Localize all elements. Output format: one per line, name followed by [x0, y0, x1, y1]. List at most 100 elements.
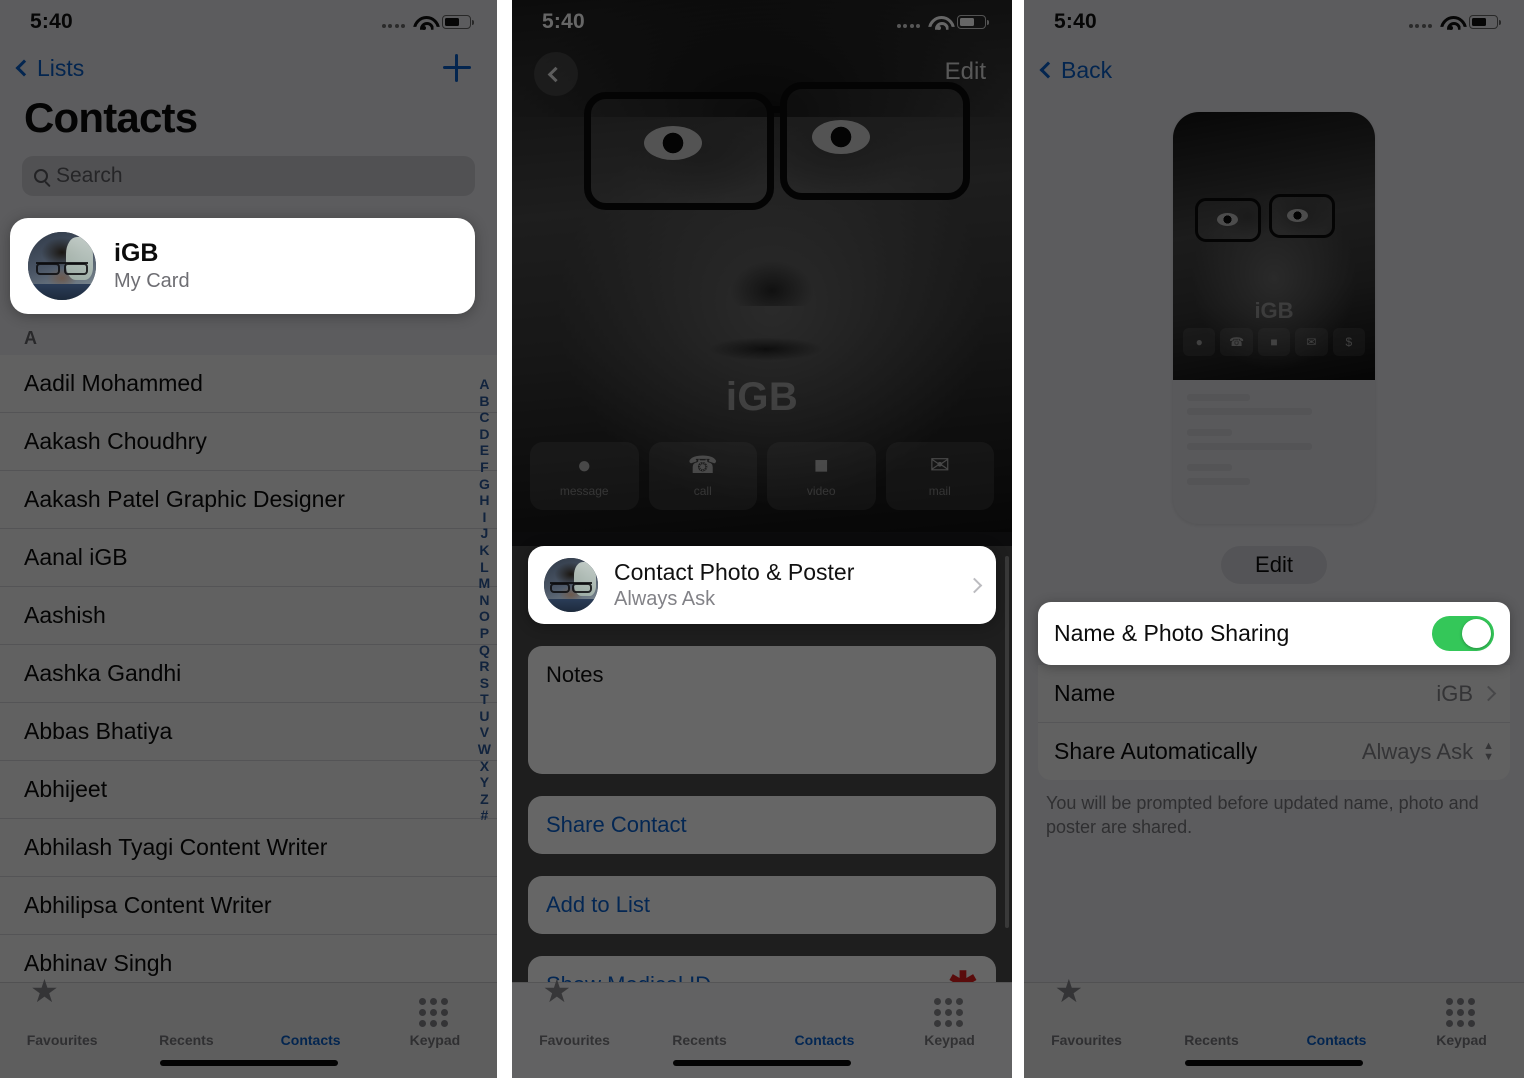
- poster-preview-card[interactable]: iGB ● ☎ ■ ✉ $: [1173, 112, 1375, 524]
- alpha-index-letter[interactable]: V: [480, 724, 489, 741]
- back-to-lists-button[interactable]: Lists: [15, 55, 84, 82]
- alpha-index-letter[interactable]: Q: [479, 642, 490, 659]
- signal-dots-icon: [1408, 17, 1432, 28]
- search-input[interactable]: Search: [22, 156, 475, 196]
- poster-name: iGB: [725, 375, 799, 419]
- action-video-button[interactable]: ■ video: [767, 442, 876, 510]
- nav-bar: Lists: [0, 44, 497, 88]
- cpp-subtitle: Always Ask: [614, 588, 716, 611]
- tab-contacts[interactable]: Contacts: [1274, 995, 1399, 1048]
- alpha-index-letter[interactable]: D: [479, 426, 489, 443]
- status-bar: 5:40: [512, 0, 1012, 44]
- my-card-row[interactable]: iGB My Card: [10, 218, 475, 314]
- contact-row[interactable]: Abbas Bhatiya: [0, 703, 497, 761]
- setting-row[interactable]: Share Automatically Always Ask ▲ ▼: [1038, 723, 1510, 780]
- action-message-button[interactable]: ● message: [530, 442, 639, 510]
- alpha-index-letter[interactable]: G: [479, 476, 490, 493]
- contact-row[interactable]: Aakash Choudhry: [0, 413, 497, 471]
- back-button[interactable]: [534, 52, 578, 96]
- alpha-index-letter[interactable]: C: [479, 409, 489, 426]
- tab-contacts[interactable]: Contacts: [762, 995, 887, 1048]
- action-mail-button[interactable]: ✉ mail: [885, 442, 994, 510]
- star-icon: [559, 995, 591, 1027]
- cash-icon: $: [1332, 328, 1366, 356]
- name-photo-sharing-row[interactable]: Name & Photo Sharing: [1038, 602, 1510, 665]
- alpha-index-letter[interactable]: X: [480, 758, 489, 775]
- alpha-index-letter[interactable]: R: [479, 658, 489, 675]
- mail-icon: ✉: [929, 452, 950, 479]
- alpha-index-letter[interactable]: K: [479, 542, 489, 559]
- alphabet-index[interactable]: A B C D E F G H I J K L M N O P Q R S T U V W X Y Z #: [478, 376, 491, 824]
- alpha-index-letter[interactable]: U: [479, 708, 489, 725]
- chevron-left-icon: [1039, 61, 1057, 79]
- status-icons: [896, 15, 990, 30]
- name-photo-sharing-toggle[interactable]: [1432, 616, 1494, 651]
- alpha-index-letter[interactable]: P: [480, 625, 489, 642]
- contact-row[interactable]: Aashish: [0, 587, 497, 645]
- tab-keypad[interactable]: Keypad: [887, 995, 1012, 1048]
- action-label: mail: [928, 484, 951, 498]
- contact-row[interactable]: Abhijeet: [0, 761, 497, 819]
- chevron-right-icon: [966, 577, 983, 593]
- contact-row[interactable]: Aanal iGB: [0, 529, 497, 587]
- keypad-icon: [418, 995, 451, 1027]
- alpha-index-letter[interactable]: Z: [480, 791, 489, 808]
- alpha-index-letter[interactable]: H: [479, 492, 489, 509]
- contact-row[interactable]: Aashka Gandhi: [0, 645, 497, 703]
- tab-keypad[interactable]: Keypad: [1399, 995, 1524, 1048]
- panel-contacts-list: 5:40 Lists Contacts Search iGB My Card A…: [0, 0, 497, 1078]
- contact-row[interactable]: Abhilash Tyagi Content Writer: [0, 819, 497, 877]
- alpha-index-letter[interactable]: J: [480, 525, 488, 542]
- tab-recents[interactable]: Recents: [637, 995, 762, 1048]
- alpha-index-letter[interactable]: N: [479, 592, 489, 609]
- clock-icon: [170, 995, 202, 1027]
- tab-label: Favourites: [1051, 1032, 1122, 1048]
- alpha-index-letter[interactable]: W: [478, 741, 491, 758]
- alpha-index-letter[interactable]: A: [479, 376, 489, 393]
- back-button[interactable]: Back: [1039, 57, 1112, 84]
- action-call-button[interactable]: ☎ call: [648, 442, 757, 510]
- tab-contacts[interactable]: Contacts: [249, 995, 373, 1048]
- setting-row[interactable]: Name iGB: [1038, 665, 1510, 723]
- alpha-index-letter[interactable]: B: [479, 393, 489, 410]
- alpha-index-letter[interactable]: I: [482, 509, 486, 526]
- tab-label: Favourites: [539, 1032, 610, 1048]
- video-icon: ■: [814, 452, 829, 479]
- tab-favourites[interactable]: Favourites: [0, 995, 124, 1048]
- tab-keypad[interactable]: Keypad: [373, 995, 497, 1048]
- contact-row[interactable]: Aadil Mohammed: [0, 355, 497, 413]
- notes-row[interactable]: Notes: [528, 646, 996, 774]
- share-contact-button[interactable]: Share Contact: [528, 796, 996, 854]
- tab-favourites[interactable]: Favourites: [512, 995, 637, 1048]
- action-buttons: ● message ☎ call ■ video ✉ mail: [530, 442, 994, 510]
- contact-photo-poster-row[interactable]: Contact Photo & Poster Always Ask: [528, 546, 996, 624]
- alpha-index-letter[interactable]: F: [480, 459, 489, 476]
- alpha-index-letter[interactable]: L: [480, 559, 489, 576]
- nav-bar: Back: [1024, 44, 1524, 90]
- alpha-index-letter[interactable]: M: [479, 575, 491, 592]
- edit-button[interactable]: Edit: [945, 58, 986, 86]
- alpha-index-letter[interactable]: O: [479, 608, 490, 625]
- action-label: video: [806, 484, 836, 498]
- name-photo-sharing-label: Name & Photo Sharing: [1054, 620, 1290, 646]
- alpha-index-letter[interactable]: E: [480, 442, 489, 459]
- wifi-icon: [1440, 15, 1461, 30]
- tab-recents[interactable]: Recents: [124, 995, 248, 1048]
- chevron-left-icon: [547, 66, 563, 82]
- contact-row[interactable]: Abhilipsa Content Writer: [0, 877, 497, 935]
- contact-row[interactable]: Aakash Patel Graphic Designer: [0, 471, 497, 529]
- add-contact-button[interactable]: [443, 54, 471, 82]
- section-header-a: A: [0, 314, 497, 355]
- edit-button[interactable]: Edit: [1221, 546, 1327, 584]
- tab-label: Keypad: [409, 1032, 461, 1048]
- alpha-index-letter[interactable]: #: [480, 807, 488, 824]
- add-to-list-button[interactable]: Add to List: [528, 876, 996, 934]
- alpha-index-letter[interactable]: S: [480, 675, 489, 692]
- alpha-index-letter[interactable]: T: [480, 691, 489, 708]
- tab-favourites[interactable]: Favourites: [1024, 995, 1149, 1048]
- tab-label: Recents: [672, 1032, 727, 1048]
- alpha-index-letter[interactable]: Y: [480, 774, 489, 791]
- tab-recents[interactable]: Recents: [1149, 995, 1274, 1048]
- scrollbar-thumb[interactable]: [1005, 556, 1009, 928]
- contact-poster: 5:40 Edit iGB ● message ☎ call ■ video ✉ mail: [512, 0, 1012, 532]
